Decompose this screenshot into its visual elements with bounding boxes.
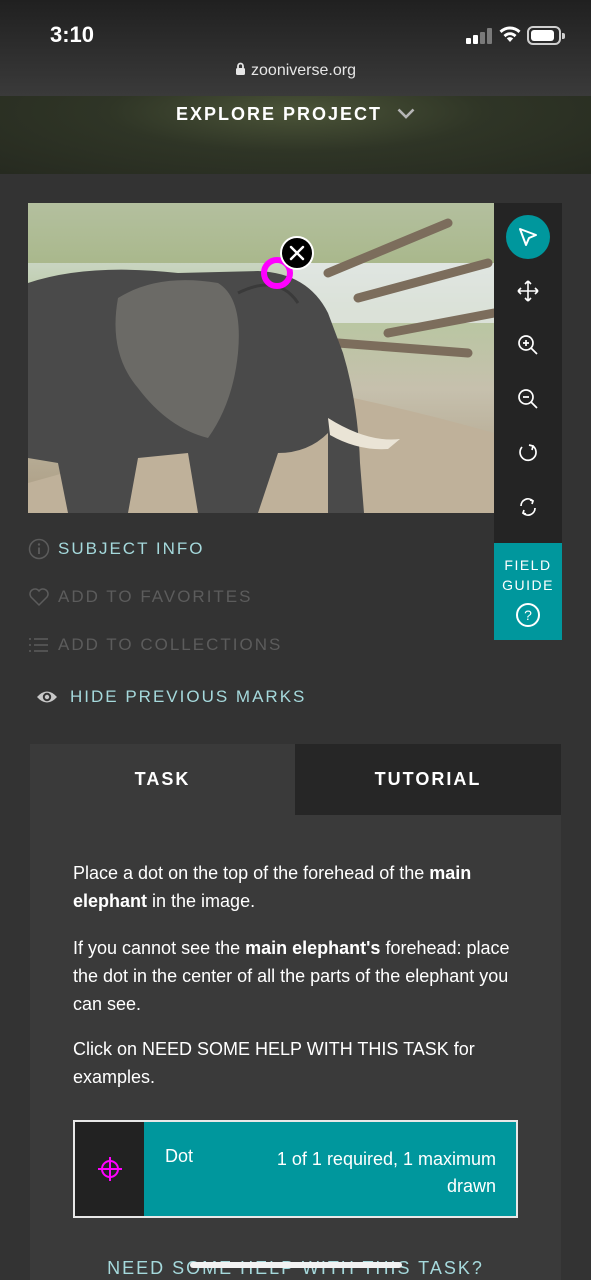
elephant-photo (28, 203, 494, 513)
info-icon (28, 538, 50, 560)
zoom-out-button[interactable] (506, 377, 550, 421)
instruction-paragraph-3: Click on NEED SOME HELP WITH THIS TASK f… (73, 1039, 475, 1087)
status-time: 3:10 (50, 22, 95, 47)
answer-icon-box (75, 1122, 144, 1216)
hide-previous-marks-toggle[interactable]: HIDE PREVIOUS MARKS (36, 687, 306, 707)
favorites-label: ADD TO FAVORITES (58, 587, 253, 606)
reset-icon (520, 498, 536, 516)
list-icon (29, 638, 48, 652)
reset-button[interactable] (506, 485, 550, 529)
add-to-favorites-link[interactable]: ADD TO FAVORITES (28, 587, 252, 607)
close-icon (289, 245, 305, 261)
rotate-icon (519, 444, 537, 462)
question-icon: ? (516, 603, 540, 627)
zoom-in-button[interactable] (506, 323, 550, 367)
explore-project-menu[interactable]: EXPLORE PROJECT (0, 104, 591, 125)
zoom-in-icon (518, 335, 538, 355)
move-icon (517, 280, 539, 302)
move-tool-button[interactable] (506, 269, 550, 313)
dot-tool-answer[interactable]: Dot 1 of 1 required, 1 maximum drawn (73, 1120, 518, 1218)
answer-label: Dot (165, 1146, 194, 1166)
battery-icon (527, 26, 565, 45)
url-text: zooniverse.org (251, 62, 356, 79)
explore-project-label: EXPLORE PROJECT (175, 104, 383, 124)
cellular-signal-icon (466, 28, 492, 44)
crosshair-icon (97, 1157, 122, 1181)
pointer-icon (519, 228, 537, 246)
subject-image[interactable] (28, 203, 494, 513)
browser-top-bar: 3:10 zooniverse.org (0, 0, 591, 96)
subject-info-label: SUBJECT INFO (58, 539, 205, 558)
home-indicator[interactable] (190, 1262, 402, 1268)
rotate-button[interactable] (506, 431, 550, 475)
tab-task[interactable]: TASK (30, 744, 295, 815)
pointer-tool-button[interactable] (506, 215, 550, 259)
url-bar[interactable]: zooniverse.org (0, 62, 591, 80)
eye-icon (37, 691, 57, 703)
field-guide-label-1: FIELD (504, 557, 552, 573)
chevron-down-icon (397, 108, 415, 119)
add-to-collections-link[interactable]: ADD TO COLLECTIONS (28, 635, 282, 655)
instruction-text: Place a dot on the top of the forehead o… (73, 863, 430, 883)
instruction-emphasis: main elephant's (245, 938, 381, 958)
zoom-out-icon (518, 389, 538, 409)
wifi-icon (499, 26, 521, 42)
heart-icon (29, 588, 49, 607)
field-guide-label-2: GUIDE (502, 577, 554, 593)
answer-count: 1 of 1 required, 1 maximum drawn (276, 1149, 496, 1196)
delete-mark-button[interactable] (280, 236, 314, 270)
instruction-text: in the image. (147, 891, 256, 911)
collections-label: ADD TO COLLECTIONS (58, 635, 283, 654)
instruction-paragraph-2: If you cannot see the main elephant's fo… (73, 934, 523, 1018)
subject-info-link[interactable]: SUBJECT INFO (28, 538, 204, 560)
instruction-text: If you cannot see the (73, 938, 246, 958)
tab-tutorial[interactable]: TUTORIAL (295, 744, 561, 815)
task-panel: TASK TUTORIAL Place a dot on the top of … (30, 744, 561, 1280)
instruction-paragraph-1: Place a dot on the top of the forehead o… (73, 859, 523, 915)
hide-marks-label: HIDE PREVIOUS MARKS (70, 687, 307, 706)
field-guide-button[interactable]: FIELD GUIDE ? (494, 543, 562, 640)
lock-icon (236, 62, 246, 75)
image-toolbar (494, 203, 562, 543)
